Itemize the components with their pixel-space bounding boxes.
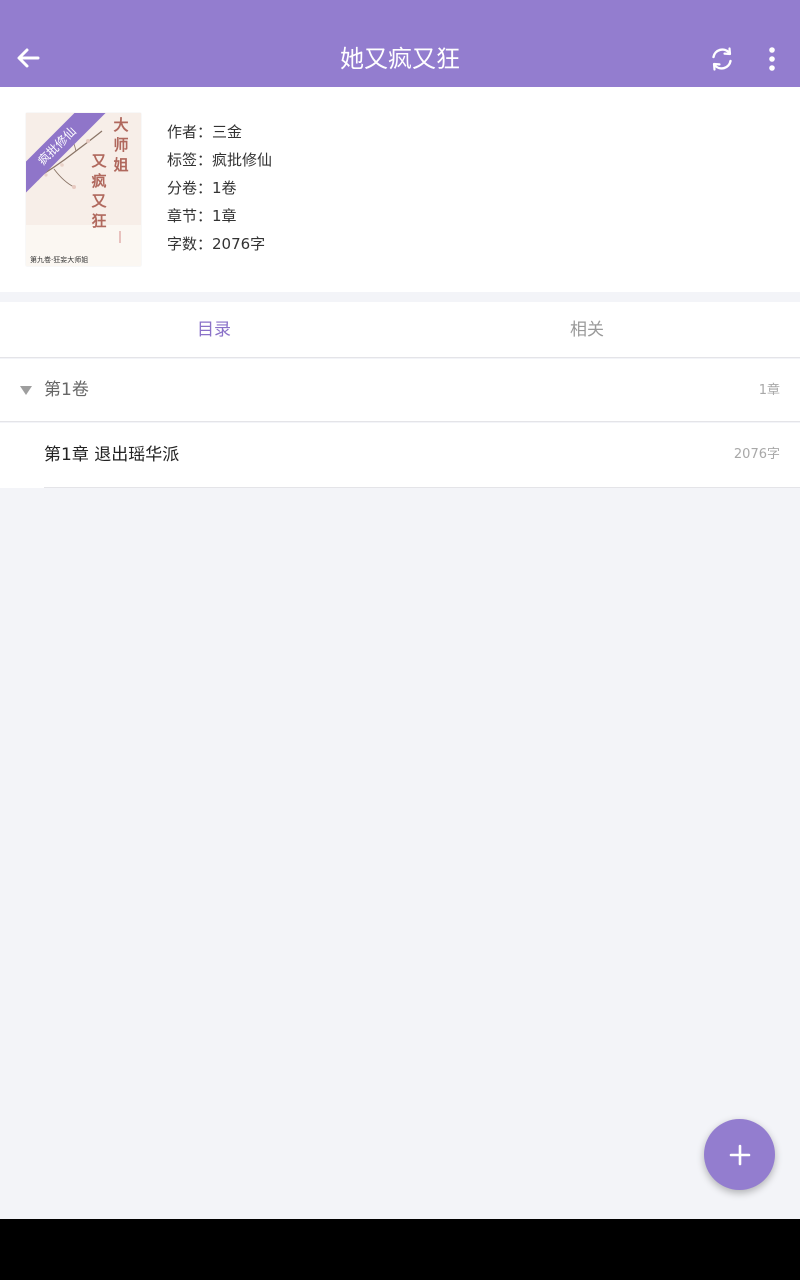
sync-button[interactable] [704, 41, 740, 77]
book-cover[interactable]: 疯批修仙 大师姐 又疯又狂 第九卷·狂妄大师姐 [26, 113, 141, 266]
tags-text: 标签：疯批修仙 [167, 151, 273, 169]
chapter-name: 第1章 退出瑶华派 [44, 445, 180, 465]
chapter-word-count: 2076字 [733, 447, 780, 462]
collapse-triangle-icon[interactable] [20, 386, 32, 395]
cover-bottom-text: 第九卷·狂妄大师姐 [30, 256, 89, 264]
more-vert-icon [769, 47, 775, 71]
word-count-text: 字数：2076字 [167, 235, 266, 253]
tab-contents[interactable]: 目录 [14, 302, 414, 358]
chapter-row[interactable]: 第1章 退出瑶华派 2076字 [0, 423, 800, 488]
chapters-text: 章节：1章 [167, 207, 237, 225]
volume-name: 第1卷 [44, 380, 89, 400]
volume-row[interactable]: 第1卷 1章 [0, 359, 800, 422]
tab-bar: 目录 相关 [0, 302, 800, 358]
add-button[interactable] [704, 1119, 775, 1190]
arrow-left-icon [17, 48, 40, 68]
cover-title-col1: 大师姐 [113, 116, 129, 174]
book-info-card: 疯批修仙 大师姐 又疯又狂 第九卷·狂妄大师姐 作者：三金 标签：疯批修仙 分卷… [0, 87, 800, 292]
book-meta: 作者：三金 标签：疯批修仙 分卷：1卷 章节：1章 字数：2076字 [167, 118, 272, 258]
author-text: 作者：三金 [167, 123, 243, 141]
cover-title-col2: 又疯又狂 [91, 152, 107, 230]
back-button[interactable] [10, 40, 46, 76]
page-title: 她又疯又狂 [340, 45, 460, 73]
tab-related[interactable]: 相关 [387, 302, 787, 358]
more-options-button[interactable] [754, 41, 790, 77]
volumes-text: 分卷：1卷 [167, 179, 237, 197]
sync-icon [712, 47, 732, 71]
volume-chapter-count: 1章 [758, 383, 780, 398]
divider [44, 487, 800, 488]
plus-icon [729, 1144, 750, 1165]
system-nav-bar [0, 1219, 800, 1280]
app-bar: 她又疯又狂 [0, 0, 800, 87]
